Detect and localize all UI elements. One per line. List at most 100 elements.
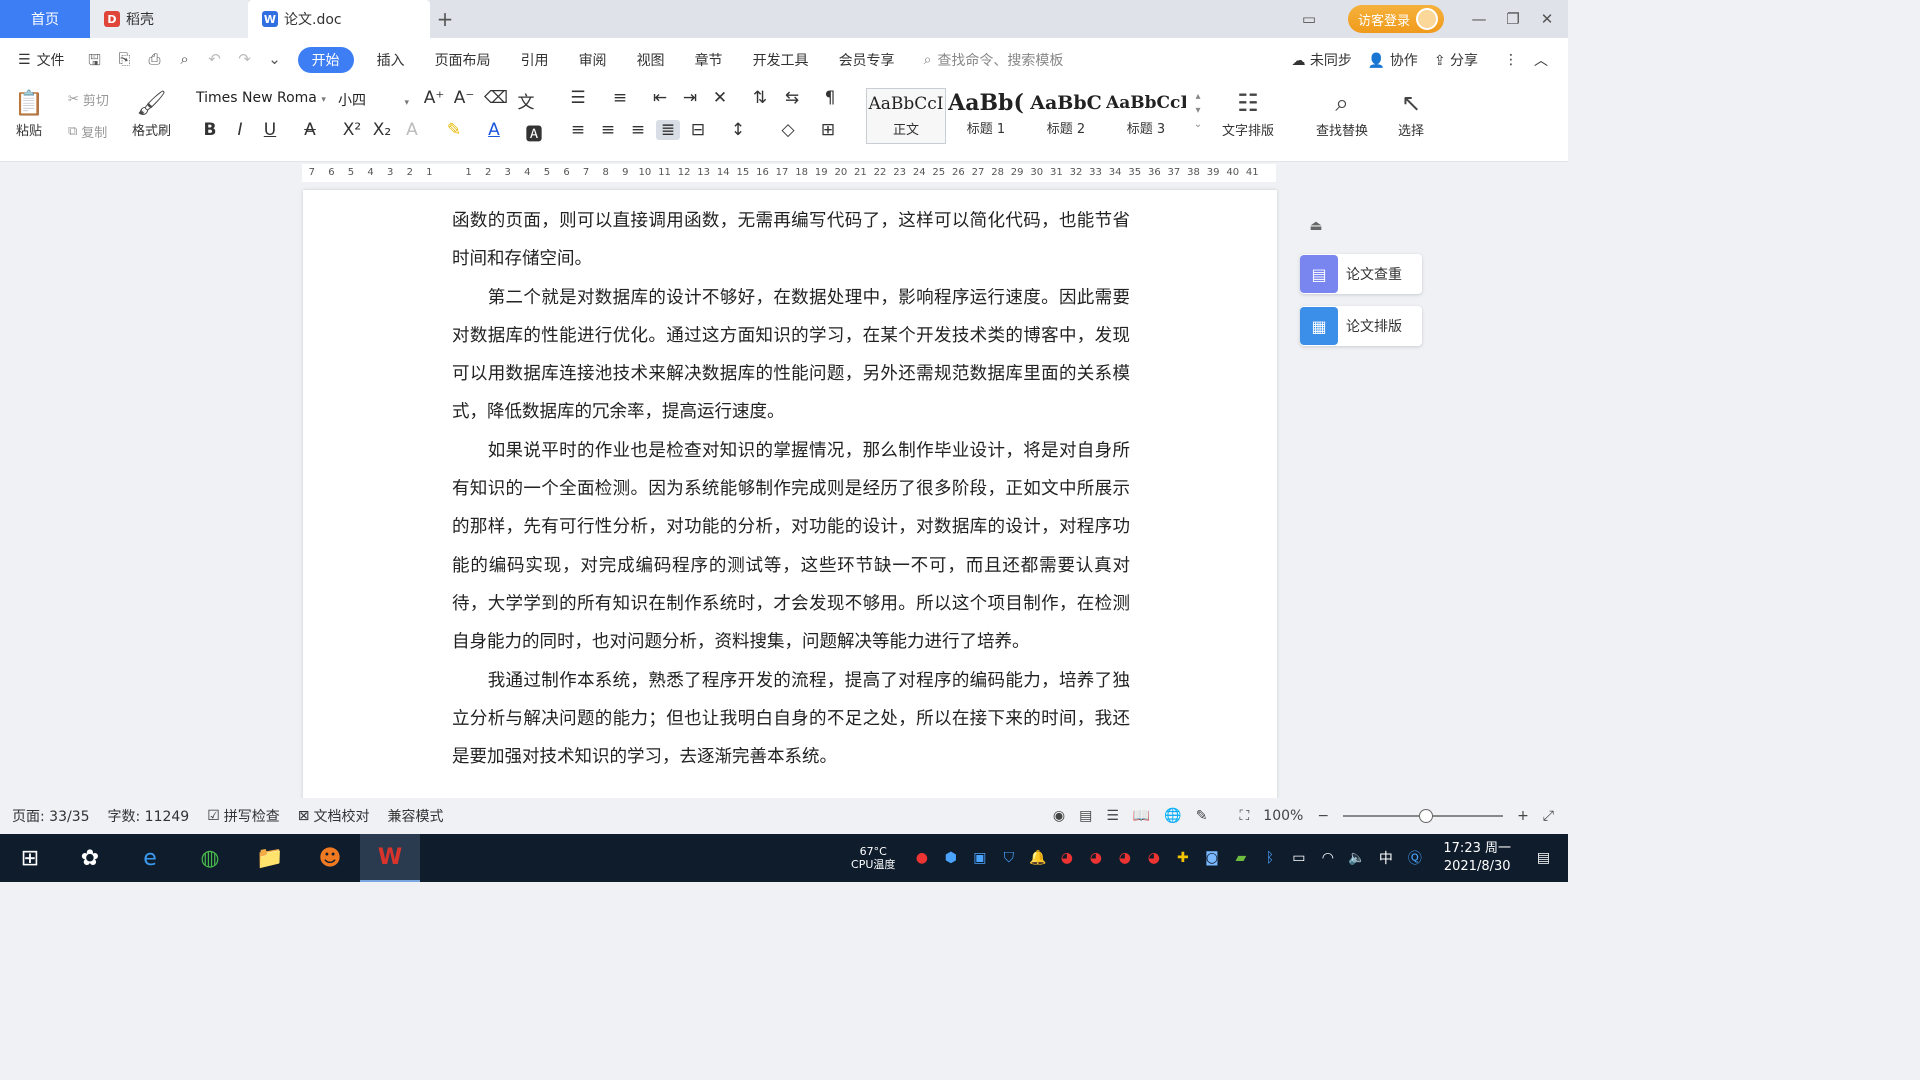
justify-icon[interactable]: ≣ (656, 120, 680, 140)
paste-button[interactable]: 📋 粘贴 (14, 86, 44, 139)
increase-indent-icon[interactable]: ⇥ (678, 88, 702, 108)
undo-icon[interactable]: ↶ (205, 50, 225, 70)
file-menu[interactable]: ☰ 文件 (0, 50, 80, 70)
text-effect-icon[interactable]: A (400, 120, 424, 140)
game-app-icon[interactable]: ☻ (300, 834, 360, 882)
print-preview-icon[interactable]: ⌕ (175, 50, 195, 70)
cut-button[interactable]: ✂ 剪切 (68, 90, 109, 109)
more-icon[interactable]: ⋮ (1504, 52, 1518, 68)
command-search[interactable]: ⌕ 查找命令、搜索模板 (924, 50, 1064, 70)
restore-button[interactable]: ❐ (1496, 10, 1530, 28)
tab-review[interactable]: 审阅 (564, 50, 622, 70)
tab-start[interactable]: 开始 (297, 47, 354, 73)
align-center-icon[interactable]: ≡ (596, 120, 620, 140)
notification-icon[interactable]: ▤ (1529, 850, 1558, 866)
page-indicator[interactable]: 页面: 33/35 (12, 806, 90, 826)
spellcheck-button[interactable]: ☑ 拼写检查 (207, 806, 280, 826)
collapse-panel-icon[interactable]: ⏏ (1302, 218, 1330, 242)
zoom-in-icon[interactable]: + (1517, 808, 1529, 824)
grow-font-icon[interactable]: A⁺ (422, 88, 446, 108)
tab-daoke[interactable]: D 稻壳 (90, 0, 248, 38)
clock[interactable]: 17:23 周一 2021/8/30 (1443, 840, 1511, 876)
save-icon[interactable]: 🖫 (85, 50, 105, 70)
numbering-icon[interactable]: ≡ (608, 88, 632, 108)
zoom-out-icon[interactable]: − (1317, 808, 1329, 824)
tab-document[interactable]: W 论文.doc (248, 0, 430, 38)
print-icon[interactable]: ⎙ (145, 50, 165, 70)
word-count[interactable]: 字数: 11249 (108, 806, 190, 826)
format-painter-button[interactable]: 🖌 格式刷 (132, 86, 171, 139)
highlight-icon[interactable]: ✎ (442, 120, 466, 140)
fullscreen-icon[interactable]: ⤢ (1543, 808, 1554, 824)
find-replace-button[interactable]: ⌕ 查找替换 (1316, 86, 1368, 139)
360-browser-icon[interactable]: ◍ (180, 834, 240, 882)
export-pdf-icon[interactable]: ⎘ (115, 50, 135, 70)
tray-nvidia-icon[interactable]: ▰ (1226, 850, 1255, 866)
sync-button[interactable]: ☁ 未同步 (1291, 50, 1351, 70)
tray-qq-icon[interactable]: ◕ (1081, 850, 1110, 866)
chinese-layout-icon[interactable]: ✕ (708, 88, 732, 108)
styles-scroll-icon[interactable]: ▴ ▾ ⌄ (1186, 90, 1210, 132)
bullets-icon[interactable]: ☰ (566, 88, 590, 108)
proofread-button[interactable]: ⊠ 文档校对 (298, 806, 370, 826)
wifi-icon[interactable]: ◠ (1313, 850, 1342, 866)
minimize-button[interactable]: — (1462, 10, 1496, 28)
borders-icon[interactable]: ⊞ (816, 120, 840, 140)
document-body[interactable]: 函数的页面，则可以直接调用函数，无需再编写代码了，这样可以简化代码，也能节省时间… (452, 202, 1130, 776)
tab-member[interactable]: 会员专享 (824, 50, 910, 70)
tray-security-icon[interactable]: ⛉ (994, 850, 1023, 866)
line-spacing-icon[interactable]: ↕ (726, 120, 750, 140)
font-name-select[interactable]: Times New Roma ▾ (196, 90, 332, 106)
wps-taskbar-icon[interactable]: W (360, 834, 420, 882)
close-button[interactable]: ✕ (1530, 10, 1564, 28)
style-normal[interactable]: AaBbCcI 正文 (866, 88, 946, 144)
volume-icon[interactable]: 🔈 (1342, 850, 1371, 866)
page-view-icon[interactable]: ▤ (1079, 808, 1092, 824)
windows-start-icon[interactable]: ⊞ (0, 834, 60, 882)
login-button[interactable]: 访客登录 (1347, 5, 1444, 33)
subscript-icon[interactable]: X₂ (370, 120, 394, 140)
tray-plus-icon[interactable]: ✚ (1168, 850, 1197, 866)
new-tab-button[interactable]: + (430, 0, 460, 38)
eye-protection-icon[interactable]: ◉ (1053, 808, 1065, 824)
battery-icon[interactable]: ▭ (1284, 850, 1313, 866)
pen-icon[interactable]: ✎ (1196, 808, 1208, 824)
zoom-level[interactable]: 100% (1263, 808, 1303, 824)
text-direction-icon[interactable]: ⇆ (780, 88, 804, 108)
underline-icon[interactable]: U (258, 120, 282, 140)
tab-insert[interactable]: 插入 (362, 50, 420, 70)
style-heading-3[interactable]: AaBbCcI 标题 3 (1106, 88, 1186, 144)
paper-check-button[interactable]: ▤ 论文查重 (1300, 254, 1422, 294)
layout-icon[interactable]: ▭ (1292, 10, 1326, 28)
tray-qq-icon[interactable]: ◕ (1110, 850, 1139, 866)
bluetooth-icon[interactable]: ᛒ (1255, 850, 1284, 866)
italic-icon[interactable]: I (228, 120, 252, 140)
customize-chevron-icon[interactable]: ⌄ (265, 50, 285, 70)
phonetic-icon[interactable]: 文 (514, 88, 538, 113)
collapse-ribbon-icon[interactable]: ︿ (1534, 50, 1548, 70)
strikethrough-icon[interactable]: A (298, 120, 322, 140)
tab-chapter[interactable]: 章节 (680, 50, 738, 70)
cpu-temp-widget[interactable]: 67°C CPU温度 (851, 845, 895, 871)
tray-bell-icon[interactable]: 🔔 (1023, 850, 1052, 866)
share-button[interactable]: ⇪ 分享 (1434, 50, 1478, 70)
tray-qq-icon[interactable]: ◕ (1139, 850, 1168, 866)
shrink-font-icon[interactable]: A⁻ (452, 88, 476, 108)
align-right-icon[interactable]: ≡ (626, 120, 650, 140)
copy-button[interactable]: ⧉ 复制 (68, 122, 107, 141)
document-page[interactable]: 函数的页面，则可以直接调用函数，无需再编写代码了，这样可以简化代码，也能节省时间… (303, 190, 1277, 798)
reading-view-icon[interactable]: 📖 (1133, 808, 1150, 824)
fan-app-icon[interactable]: ✿ (60, 834, 120, 882)
align-left-icon[interactable]: ≡ (566, 120, 590, 140)
paper-format-button[interactable]: ▦ 论文排版 (1300, 306, 1422, 346)
zoom-slider[interactable] (1343, 809, 1504, 823)
bold-icon[interactable]: B (198, 120, 222, 140)
show-marks-icon[interactable]: ¶ (818, 88, 842, 108)
decrease-indent-icon[interactable]: ⇤ (648, 88, 672, 108)
superscript-icon[interactable]: X² (340, 120, 364, 140)
style-heading-2[interactable]: AaBbC 标题 2 (1026, 88, 1106, 144)
tab-view[interactable]: 视图 (622, 50, 680, 70)
fit-page-icon[interactable]: ⛶ (1239, 808, 1249, 824)
tab-developer[interactable]: 开发工具 (738, 50, 824, 70)
font-size-select[interactable]: 小四 ▾ (338, 90, 416, 110)
